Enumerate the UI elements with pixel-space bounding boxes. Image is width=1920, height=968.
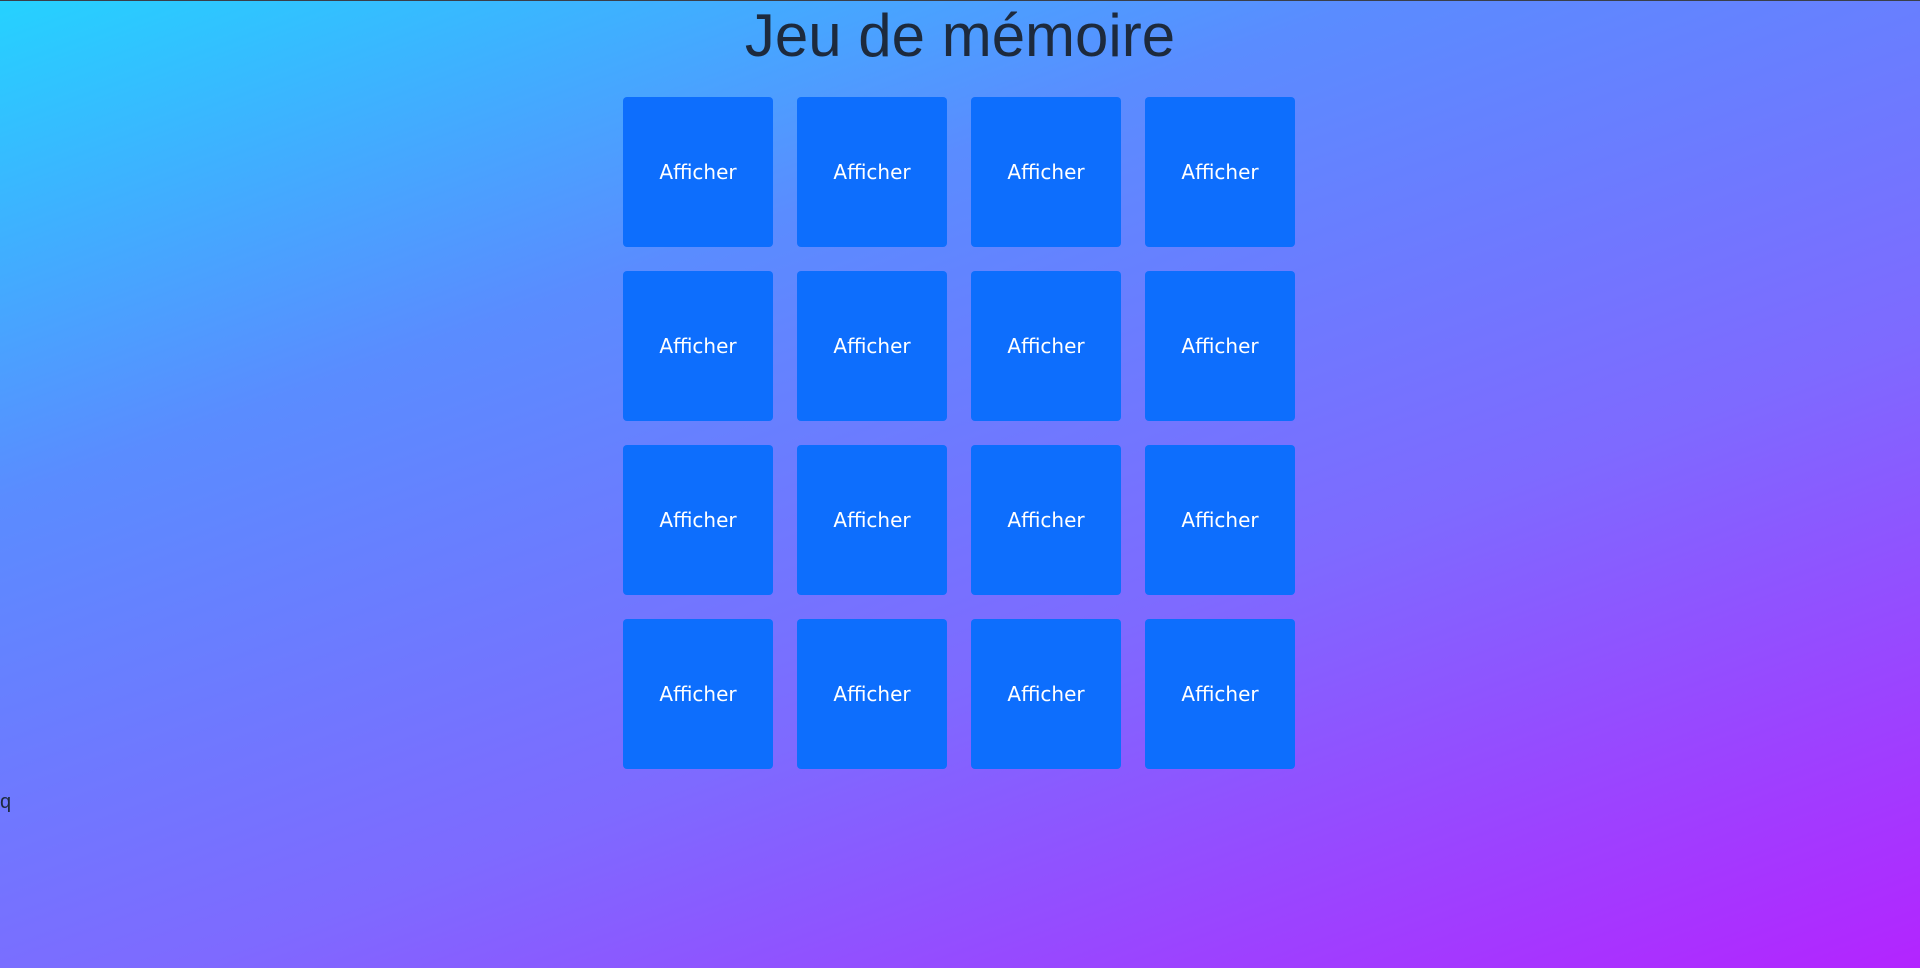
card-15[interactable]: Afficher: [971, 619, 1121, 769]
card-13[interactable]: Afficher: [623, 619, 773, 769]
card-6[interactable]: Afficher: [797, 271, 947, 421]
card-4[interactable]: Afficher: [1145, 97, 1295, 247]
card-16[interactable]: Afficher: [1145, 619, 1295, 769]
card-11[interactable]: Afficher: [971, 445, 1121, 595]
card-2[interactable]: Afficher: [797, 97, 947, 247]
card-5[interactable]: Afficher: [623, 271, 773, 421]
card-12[interactable]: Afficher: [1145, 445, 1295, 595]
card-14[interactable]: Afficher: [797, 619, 947, 769]
card-3[interactable]: Afficher: [971, 97, 1121, 247]
page-title: Jeu de mémoire: [744, 2, 1176, 69]
card-7[interactable]: Afficher: [971, 271, 1121, 421]
memory-board: Afficher Afficher Afficher Afficher Affi…: [623, 97, 1296, 769]
stray-text: q: [0, 791, 12, 813]
card-8[interactable]: Afficher: [1145, 271, 1295, 421]
card-9[interactable]: Afficher: [623, 445, 773, 595]
card-10[interactable]: Afficher: [797, 445, 947, 595]
card-1[interactable]: Afficher: [623, 97, 773, 247]
